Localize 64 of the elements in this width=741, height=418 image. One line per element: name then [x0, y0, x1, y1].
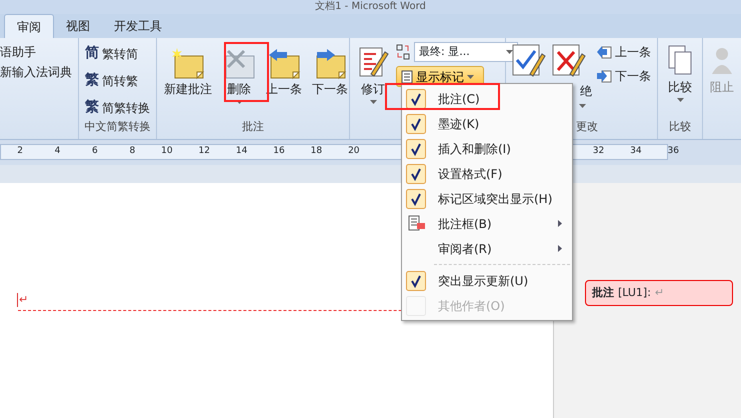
- ruler-number: 8: [128, 145, 136, 158]
- ribbon-tab[interactable]: 视图: [54, 14, 102, 38]
- ruler-number: 36: [666, 145, 679, 158]
- ribbon-button[interactable]: 下一条: [309, 46, 351, 119]
- ruler-number: 32: [592, 145, 604, 158]
- dropdown-value: 最终: 显...: [419, 44, 470, 60]
- ribbon-button[interactable]: 新输入法词典: [0, 62, 74, 82]
- previous-note-icon: [267, 48, 301, 80]
- menu-item[interactable]: 批注(C): [404, 86, 570, 111]
- caret-icon: [676, 98, 684, 102]
- ruler-number: 12: [198, 145, 210, 158]
- display-dropdown[interactable]: 最终: 显...: [414, 42, 518, 62]
- ruler-number: 2: [16, 145, 23, 158]
- caret-icon: [467, 74, 474, 78]
- convert-glyph: 繁: [85, 71, 99, 90]
- ribbon-button[interactable]: 繁 简转繁: [83, 69, 152, 92]
- menu-item[interactable]: 批注框(B): [404, 211, 570, 236]
- caret-icon: [506, 50, 513, 54]
- comment-box-icon: [406, 214, 426, 234]
- ruler-number: 20: [347, 145, 360, 158]
- ribbon-button[interactable]: 语助手: [0, 42, 74, 62]
- new-note-icon: [171, 48, 205, 80]
- paragraph-mark: ↵: [654, 284, 664, 301]
- caret-icon: [579, 104, 586, 108]
- paragraph-mark: ↵: [17, 293, 28, 307]
- ruler-number: 10: [160, 145, 173, 158]
- ruler-number: 16: [272, 145, 285, 158]
- ribbon-button[interactable]: 繁 简繁转换: [83, 96, 152, 119]
- convert-glyph: 繁: [85, 98, 99, 117]
- ruler-number: 4: [54, 145, 60, 158]
- comment-author: 批注: [592, 284, 614, 301]
- reject-cross-icon: [550, 42, 586, 78]
- menu-item[interactable]: 设置格式(F): [404, 161, 570, 186]
- reject-label[interactable]: 绝: [580, 82, 592, 100]
- ruler-number: 18: [310, 145, 322, 158]
- menu-item[interactable]: 标记区域突出显示(H): [404, 186, 570, 211]
- ruler-number: 14: [234, 145, 248, 158]
- accept-check-icon: [510, 42, 546, 78]
- document-icon: [401, 70, 413, 84]
- group-label: 更改: [575, 119, 599, 135]
- window-title: 文档1 - Microsoft Word: [0, 0, 741, 14]
- menu-item[interactable]: 墨迹(K): [404, 111, 570, 136]
- track-changes-button[interactable]: 修订: [354, 42, 392, 119]
- next-change-icon: [596, 69, 612, 83]
- compare-button[interactable]: 比较: [664, 42, 696, 119]
- ribbon-button[interactable]: 新建批注: [161, 46, 215, 119]
- group-label: 批注: [241, 119, 265, 135]
- menu-item[interactable]: 插入和删除(I): [404, 136, 570, 161]
- change-nav-button[interactable]: 下一条: [594, 66, 653, 86]
- ribbon-tab[interactable]: 审阅: [4, 14, 54, 38]
- group-label: 比较: [668, 119, 692, 135]
- ruler-number: 6: [91, 145, 98, 158]
- group-label: 中文简繁转换: [84, 119, 152, 135]
- balloons-toggle-icon: [396, 44, 410, 60]
- ruler-number: 34: [629, 145, 642, 158]
- previous-change-icon: [596, 45, 612, 59]
- comment-tag: [LU1]:: [618, 284, 651, 302]
- menu-item[interactable]: 审阅者(R): [404, 236, 570, 261]
- ribbon-tab[interactable]: 开发工具: [102, 14, 174, 38]
- convert-glyph: 简: [85, 44, 99, 63]
- ribbon-button[interactable]: 简 繁转简: [83, 42, 152, 65]
- change-nav-button[interactable]: 上一条: [594, 42, 653, 62]
- ribbon-button[interactable]: 删除: [219, 46, 259, 119]
- menu-item[interactable]: 突出显示更新(U): [404, 268, 570, 293]
